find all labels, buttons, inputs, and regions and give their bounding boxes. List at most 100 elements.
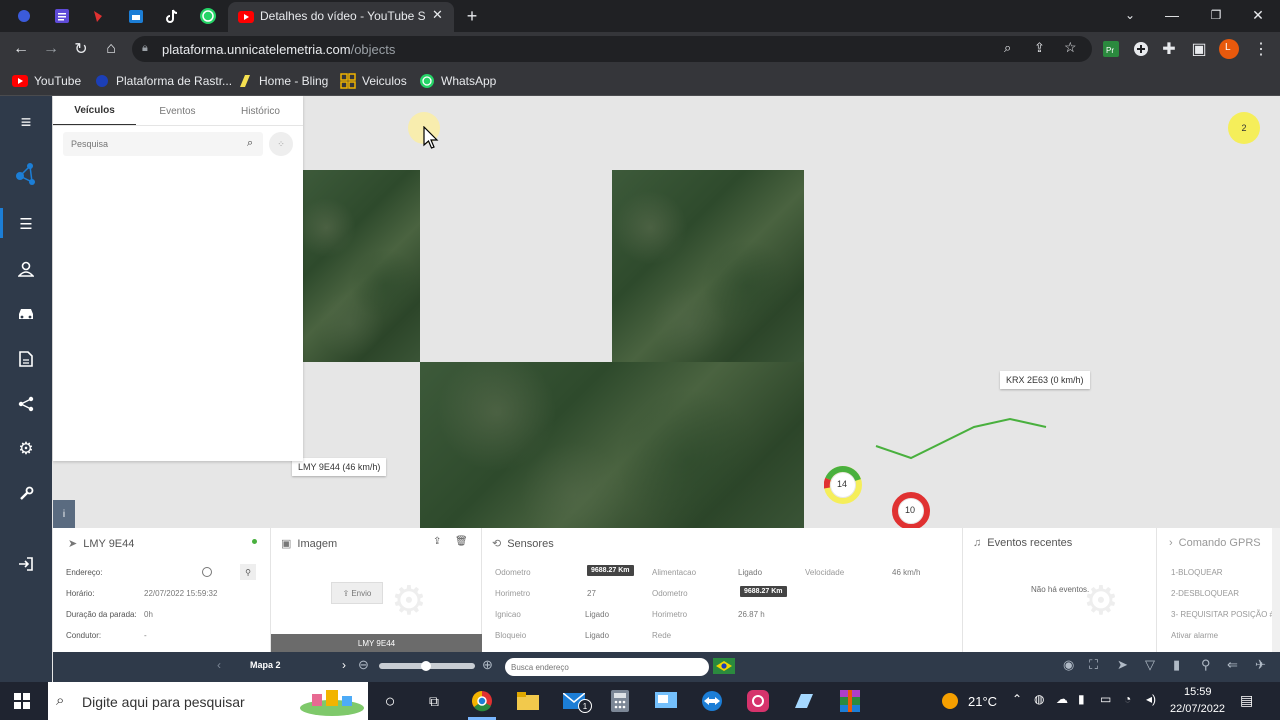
- taskbar-search[interactable]: ⌕ Digite aqui para pesquisar: [48, 682, 368, 720]
- bookmark-plataforma[interactable]: Plataforma de Rastr...: [94, 72, 232, 90]
- back-icon[interactable]: ←: [10, 38, 32, 60]
- lock-icon[interactable]: ▮: [1173, 657, 1180, 673]
- meet-icon[interactable]: ◍: [1034, 692, 1044, 706]
- profile-avatar[interactable]: L: [1218, 38, 1240, 60]
- brazil-flag-icon[interactable]: [713, 658, 735, 674]
- gprs-command[interactable]: 2-DESBLOQUEAR: [1171, 589, 1239, 598]
- info-button[interactable]: i: [53, 500, 75, 528]
- restore-icon[interactable]: ❐: [1204, 4, 1228, 26]
- vehicle-label-krx[interactable]: KRX 2E63 (0 km/h): [1000, 371, 1090, 389]
- bookmark-youtube[interactable]: YouTube: [12, 72, 81, 90]
- extensions-puzzle-icon[interactable]: ✚: [1158, 38, 1180, 60]
- temperature[interactable]: 21°C: [968, 694, 997, 709]
- teamviewer-icon[interactable]: [700, 689, 724, 713]
- trash-icon[interactable]: 🗑︎: [455, 536, 468, 547]
- bookmark-star-icon[interactable]: ☆: [1064, 39, 1077, 56]
- tab-historico[interactable]: Histórico: [219, 96, 302, 126]
- bookmark-whatsapp[interactable]: WhatsApp: [419, 72, 496, 90]
- clock-time[interactable]: 15:59: [1184, 686, 1212, 698]
- side-panel-icon[interactable]: ▣: [1188, 38, 1210, 60]
- zoom-slider[interactable]: [379, 661, 475, 671]
- tab-icon-red[interactable]: [88, 6, 108, 26]
- new-tab-icon[interactable]: +: [462, 6, 482, 26]
- clock-date[interactable]: 22/07/2022: [1170, 703, 1225, 715]
- forward-icon[interactable]: →: [40, 38, 62, 60]
- gprs-command[interactable]: 3- REQUISITAR POSIÇÃO #: [1171, 610, 1274, 619]
- fullscreen-icon[interactable]: ⛶: [1089, 657, 1098, 673]
- tag-icon[interactable]: ⇐: [1227, 657, 1238, 673]
- tab-icon-whatsapp[interactable]: [198, 6, 218, 26]
- chevron-up-icon[interactable]: ⌃: [1012, 692, 1022, 706]
- notifications-icon[interactable]: ▤: [1240, 692, 1253, 709]
- chrome-icon[interactable]: [470, 689, 494, 713]
- tab-veiculos[interactable]: Veículos: [53, 96, 136, 126]
- reload-icon[interactable]: ↻: [70, 38, 92, 60]
- upload-icon[interactable]: ⇪: [433, 536, 441, 547]
- envio-button[interactable]: ⇪ Envio: [331, 582, 383, 604]
- app-icon[interactable]: [792, 689, 816, 713]
- task-view-icon[interactable]: ⧉: [422, 689, 446, 713]
- tab-icon-tiktok[interactable]: [162, 6, 182, 26]
- user-icon[interactable]: [14, 257, 38, 281]
- zoom-in-icon[interactable]: ⊕: [482, 657, 493, 673]
- bookmark-bling[interactable]: Home - Bling: [237, 72, 328, 90]
- minimize-icon[interactable]: —: [1160, 4, 1184, 26]
- chevron-left-icon[interactable]: ‹: [217, 658, 221, 672]
- battery-icon[interactable]: ▭: [1100, 692, 1111, 706]
- winrar-icon[interactable]: [838, 689, 862, 713]
- list-icon[interactable]: ☰: [14, 212, 38, 236]
- logout-icon[interactable]: [14, 552, 38, 576]
- bookmark-veiculos[interactable]: Veiculos: [340, 72, 407, 90]
- map-pin-icon[interactable]: ⚲: [1201, 657, 1211, 673]
- gprs-command[interactable]: Ativar alarme: [1171, 631, 1218, 640]
- extension-plus-icon[interactable]: [1130, 38, 1152, 60]
- extension-pr-icon[interactable]: Pr: [1100, 38, 1122, 60]
- menu-kebab-icon[interactable]: ⋮: [1250, 38, 1272, 60]
- gear-icon[interactable]: ⚙: [14, 437, 38, 461]
- logo-icon[interactable]: [14, 162, 38, 186]
- microphone-icon[interactable]: ▮: [1078, 692, 1085, 706]
- close-window-icon[interactable]: ✕: [1246, 4, 1270, 26]
- collapse-icon[interactable]: ⁘: [269, 132, 293, 156]
- calculator-icon[interactable]: [608, 689, 632, 713]
- close-tab-icon[interactable]: ✕: [432, 7, 443, 23]
- bottom-scrollbar[interactable]: [1272, 528, 1280, 652]
- navigate-icon[interactable]: ➤: [1117, 657, 1128, 673]
- control-panel-icon[interactable]: [654, 689, 678, 713]
- menu-hamburger-icon[interactable]: ≡: [14, 110, 38, 134]
- send-icon[interactable]: ✈: [1255, 657, 1266, 673]
- address-search-input[interactable]: [505, 658, 709, 676]
- weather-sun-icon[interactable]: [942, 693, 958, 709]
- cluster-marker[interactable]: 2: [1228, 112, 1260, 144]
- location-pin-icon[interactable]: ⚲: [240, 564, 256, 580]
- zoom-slider-handle[interactable]: [421, 661, 431, 671]
- layers-icon[interactable]: ◉: [1063, 657, 1074, 673]
- search-icon[interactable]: ⌕: [247, 137, 253, 150]
- tab-icon-list[interactable]: [52, 6, 72, 26]
- instagram-icon[interactable]: [746, 689, 770, 713]
- file-explorer-icon[interactable]: [516, 689, 540, 713]
- car-icon[interactable]: [14, 302, 38, 326]
- search-input[interactable]: [63, 132, 233, 156]
- zoom-out-icon[interactable]: ⊖: [358, 657, 369, 673]
- mail-icon[interactable]: 1: [562, 689, 592, 713]
- home-icon[interactable]: ⌂: [100, 38, 122, 60]
- gprs-command[interactable]: 1-BLOQUEAR: [1171, 568, 1223, 577]
- document-icon[interactable]: [14, 347, 38, 371]
- tab-active[interactable]: Detalhes do vídeo - YouTube Stu ✕: [228, 2, 454, 32]
- tab-search-icon[interactable]: ⌄: [1118, 4, 1142, 26]
- tab-icon-calendar[interactable]: [126, 6, 146, 26]
- windows-start-icon[interactable]: [10, 689, 34, 713]
- tab-icon-app[interactable]: [14, 6, 34, 26]
- vehicle-label-lmy[interactable]: LMY 9E44 (46 km/h): [292, 458, 387, 476]
- cloud-icon[interactable]: ☁: [1056, 692, 1068, 706]
- zoom-icon[interactable]: ⌕: [1004, 40, 1011, 56]
- cluster-marker[interactable]: 10: [892, 492, 930, 530]
- wifi-icon[interactable]: ◔: [1124, 692, 1131, 706]
- chevron-right-icon[interactable]: ›: [342, 658, 346, 672]
- volume-icon[interactable]: ◂): [1146, 692, 1156, 706]
- tab-eventos[interactable]: Eventos: [136, 96, 219, 126]
- filter-icon[interactable]: ▽: [1145, 657, 1155, 673]
- target-icon[interactable]: [202, 567, 212, 577]
- share-nodes-icon[interactable]: [14, 392, 38, 416]
